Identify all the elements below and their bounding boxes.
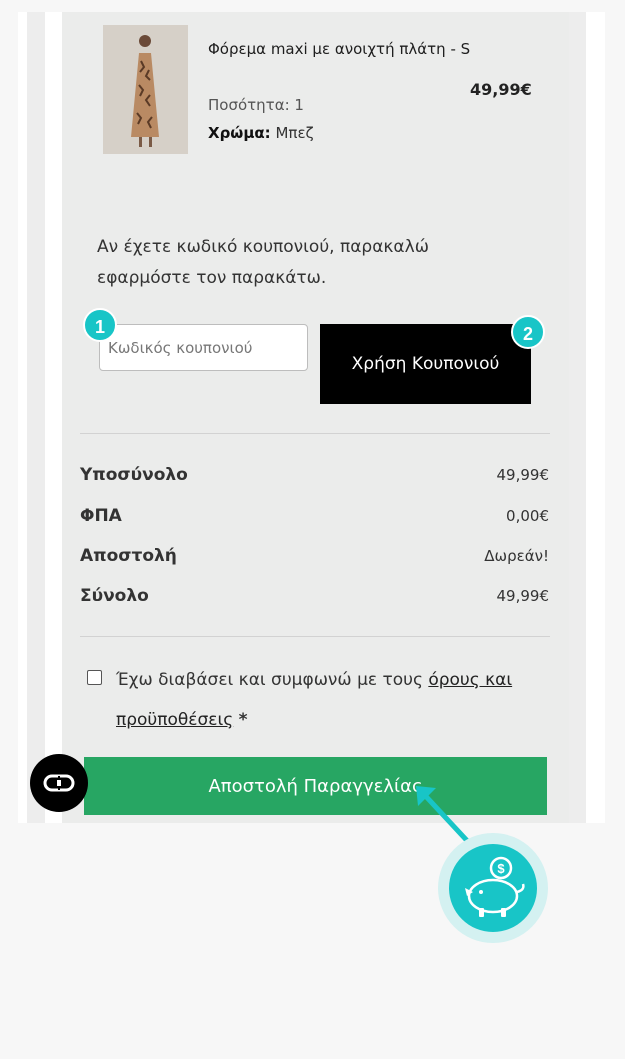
step-badge-2: 2	[511, 315, 545, 349]
subtotal-value: 49,99€	[496, 466, 550, 484]
left-stripe	[27, 12, 45, 823]
right-stripe	[568, 12, 586, 823]
shipping-label: Αποστολή	[80, 546, 177, 566]
svg-text:$: $	[497, 861, 505, 876]
terms-text: Έχω διαβάσει και συμφωνώ με τους όρους κ…	[116, 660, 546, 740]
divider	[80, 636, 550, 637]
apply-coupon-button[interactable]: Χρήση Κουπονιού	[320, 324, 531, 404]
product-color-label: Χρώμα:	[208, 124, 271, 142]
subtotal-label: Υποσύνολο	[80, 465, 188, 485]
product-quantity: Ποσότητα: 1	[208, 96, 304, 114]
terms-required-mark: *	[238, 710, 248, 730]
vat-label: ΦΠΑ	[80, 506, 122, 526]
total-value: 49,99€	[496, 587, 550, 605]
terms-checkbox[interactable]	[87, 670, 102, 685]
terms-label: Έχω διαβάσει και συμφωνώ με τους	[116, 670, 423, 690]
step-badge-1: 1	[83, 308, 117, 342]
product-color-value: Μπεζ	[275, 124, 314, 142]
shipping-value: Δωρεάν!	[484, 547, 549, 565]
product-price: 49,99€	[470, 80, 532, 99]
product-name[interactable]: Φόρεμα maxi με ανοιχτή πλάτη - S	[208, 34, 478, 64]
divider	[80, 433, 550, 434]
total-label: Σύνολο	[80, 586, 149, 606]
product-color: Χρώμα: Μπεζ	[208, 124, 314, 142]
glasses-icon[interactable]	[30, 754, 88, 812]
vat-value: 0,00€	[506, 507, 549, 525]
coupon-intro: Αν έχετε κωδικό κουπονιού, παρακαλώ εφαρ…	[97, 237, 429, 288]
piggy-bank-icon[interactable]: $	[449, 844, 537, 932]
product-image[interactable]	[103, 25, 188, 154]
coupon-code-input[interactable]	[99, 324, 308, 371]
